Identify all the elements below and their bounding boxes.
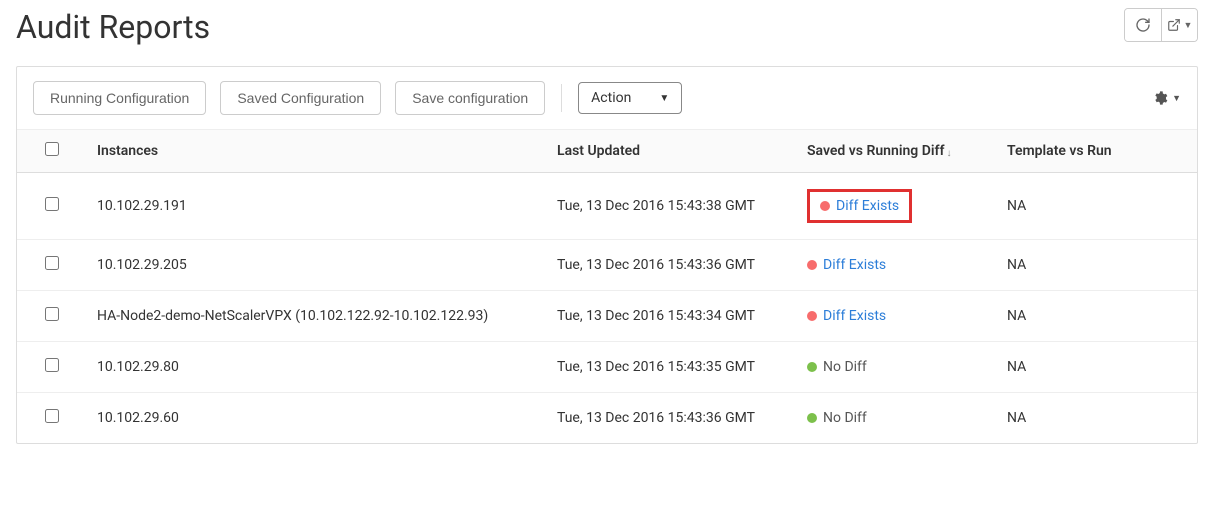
status-dot-green-icon [807, 362, 817, 372]
diff-wrapper: No Diff [807, 359, 987, 375]
diff-cell: Diff Exists [797, 240, 997, 291]
save-configuration-button[interactable]: Save configuration [395, 81, 545, 115]
chevron-down-icon: ▼ [659, 93, 669, 104]
diff-cell: Diff Exists [797, 173, 997, 240]
refresh-button[interactable] [1125, 9, 1161, 41]
instance-cell: 10.102.29.60 [87, 393, 547, 444]
no-diff-label: No Diff [823, 359, 867, 375]
column-header-template-vs-run[interactable]: Template vs Run [997, 130, 1197, 173]
chevron-down-icon: ▼ [1184, 20, 1193, 30]
template-cell: NA [997, 291, 1197, 342]
header-action-group: ▼ [1124, 8, 1198, 42]
last-updated-cell: Tue, 13 Dec 2016 15:43:36 GMT [547, 240, 797, 291]
settings-dropdown[interactable]: ▼ [1152, 90, 1181, 106]
running-configuration-button[interactable]: Running Configuration [33, 81, 206, 115]
instance-cell: 10.102.29.80 [87, 342, 547, 393]
status-dot-red-icon [807, 311, 817, 321]
table-row: 10.102.29.80Tue, 13 Dec 2016 15:43:35 GM… [17, 342, 1197, 393]
column-header-saved-vs-running[interactable]: Saved vs Running Diff↓ [797, 130, 997, 173]
audit-table: Instances Last Updated Saved vs Running … [17, 130, 1197, 443]
last-updated-cell: Tue, 13 Dec 2016 15:43:36 GMT [547, 393, 797, 444]
last-updated-cell: Tue, 13 Dec 2016 15:43:34 GMT [547, 291, 797, 342]
gear-icon [1152, 90, 1168, 106]
table-row: HA-Node2-demo-NetScalerVPX (10.102.122.9… [17, 291, 1197, 342]
action-dropdown[interactable]: Action ▼ [578, 82, 682, 114]
diff-wrapper: Diff Exists [807, 257, 987, 273]
row-checkbox[interactable] [45, 307, 59, 321]
diff-highlight-box: Diff Exists [807, 189, 912, 223]
status-dot-green-icon [807, 413, 817, 423]
last-updated-cell: Tue, 13 Dec 2016 15:43:35 GMT [547, 342, 797, 393]
instance-cell: HA-Node2-demo-NetScalerVPX (10.102.122.9… [87, 291, 547, 342]
diff-exists-link[interactable]: Diff Exists [823, 308, 886, 324]
saved-configuration-button[interactable]: Saved Configuration [220, 81, 381, 115]
row-checkbox[interactable] [45, 197, 59, 211]
chevron-down-icon: ▼ [1172, 93, 1181, 104]
toolbar-divider [561, 84, 562, 112]
refresh-icon [1135, 17, 1151, 33]
last-updated-cell: Tue, 13 Dec 2016 15:43:38 GMT [547, 173, 797, 240]
column-header-instances[interactable]: Instances [87, 130, 547, 173]
external-link-icon [1167, 18, 1181, 32]
instance-cell: 10.102.29.205 [87, 240, 547, 291]
status-dot-red-icon [820, 201, 830, 211]
row-checkbox[interactable] [45, 409, 59, 423]
sort-desc-icon: ↓ [946, 148, 951, 159]
diff-wrapper: No Diff [807, 410, 987, 426]
audit-panel: Running Configuration Saved Configuratio… [16, 66, 1198, 444]
template-cell: NA [997, 342, 1197, 393]
template-cell: NA [997, 240, 1197, 291]
status-dot-red-icon [807, 260, 817, 270]
action-dropdown-label: Action [591, 90, 631, 106]
diff-cell: Diff Exists [797, 291, 997, 342]
export-button[interactable]: ▼ [1161, 9, 1197, 41]
row-checkbox[interactable] [45, 358, 59, 372]
row-checkbox-cell [17, 173, 87, 240]
column-header-last-updated[interactable]: Last Updated [547, 130, 797, 173]
diff-exists-link[interactable]: Diff Exists [836, 198, 899, 214]
row-checkbox-cell [17, 393, 87, 444]
diff-wrapper: Diff Exists [807, 308, 987, 324]
row-checkbox-cell [17, 240, 87, 291]
template-cell: NA [997, 173, 1197, 240]
diff-exists-link[interactable]: Diff Exists [823, 257, 886, 273]
table-row: 10.102.29.205Tue, 13 Dec 2016 15:43:36 G… [17, 240, 1197, 291]
no-diff-label: No Diff [823, 410, 867, 426]
template-cell: NA [997, 393, 1197, 444]
toolbar: Running Configuration Saved Configuratio… [17, 67, 1197, 130]
page-title: Audit Reports [16, 8, 210, 46]
diff-cell: No Diff [797, 342, 997, 393]
instance-cell: 10.102.29.191 [87, 173, 547, 240]
row-checkbox[interactable] [45, 256, 59, 270]
diff-cell: No Diff [797, 393, 997, 444]
row-checkbox-cell [17, 291, 87, 342]
row-checkbox-cell [17, 342, 87, 393]
column-header-checkbox [17, 130, 87, 173]
select-all-checkbox[interactable] [45, 142, 59, 156]
table-row: 10.102.29.60Tue, 13 Dec 2016 15:43:36 GM… [17, 393, 1197, 444]
table-row: 10.102.29.191Tue, 13 Dec 2016 15:43:38 G… [17, 173, 1197, 240]
